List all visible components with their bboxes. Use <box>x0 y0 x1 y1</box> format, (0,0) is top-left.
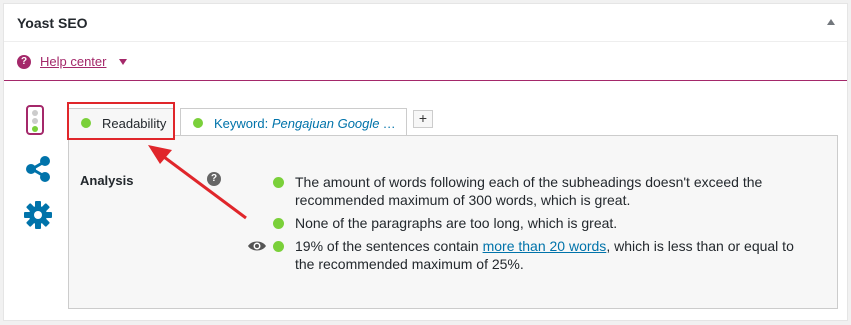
result-text: The amount of words following each of th… <box>295 174 763 208</box>
tab-readability[interactable]: Readability <box>68 108 175 136</box>
status-good-bullet <box>193 118 203 128</box>
more-than-20-words-link[interactable]: more than 20 words <box>483 238 607 254</box>
add-keyword-tab-button[interactable]: + <box>413 110 433 128</box>
metabox-header[interactable]: Yoast SEO <box>4 4 847 42</box>
tab-label: Readability <box>102 116 167 131</box>
eye-icon[interactable] <box>247 239 267 253</box>
gear-icon[interactable] <box>23 200 53 230</box>
result-text-before: 19% of the sentences contain <box>295 238 483 254</box>
help-center-row: ? Help center <box>4 42 847 81</box>
keyword-prefix: Keyword: <box>214 116 272 131</box>
keyword-term: Pengajuan Google A... <box>271 116 399 131</box>
question-circle-icon[interactable]: ? <box>17 55 31 69</box>
tab-label: Keyword: Pengajuan Google A... <box>214 116 399 131</box>
tab-keyword[interactable]: Keyword: Pengajuan Google A... <box>180 108 407 136</box>
result-text: None of the paragraphs are too long, whi… <box>295 215 618 231</box>
status-good-bullet <box>273 241 284 252</box>
status-good-bullet <box>273 218 284 229</box>
status-good-bullet <box>81 118 91 128</box>
analysis-heading: Analysis <box>80 173 134 188</box>
caret-down-icon[interactable] <box>118 58 128 66</box>
triangle-up-icon[interactable] <box>823 14 839 30</box>
status-good-bullet <box>273 177 284 188</box>
share-icon[interactable] <box>25 156 51 182</box>
help-icon[interactable]: ? <box>207 172 221 186</box>
help-center-link[interactable]: Help center <box>40 54 106 69</box>
metabox-title: Yoast SEO <box>17 15 88 31</box>
result-text: 19% of the sentences contain more than 2… <box>295 237 815 273</box>
traffic-light-icon[interactable] <box>26 105 44 135</box>
